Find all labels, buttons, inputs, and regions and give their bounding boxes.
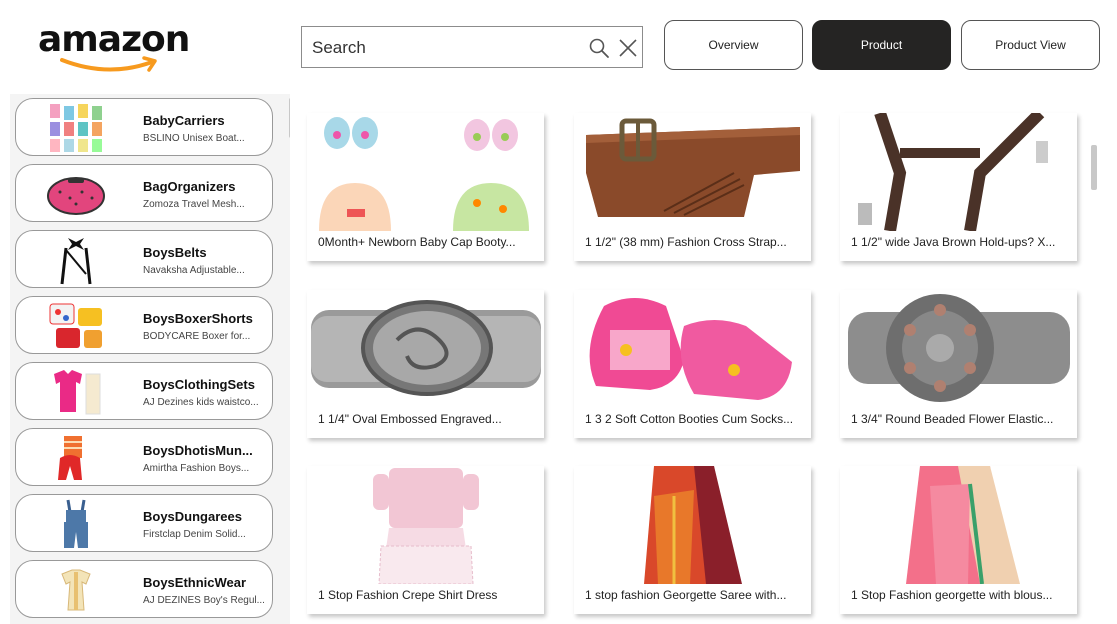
search-input[interactable] bbox=[312, 35, 582, 61]
category-name: BoysEthnicWear bbox=[143, 575, 247, 590]
category-item[interactable]: BoysEthnicWear AJ DEZINES Boy's Regul... bbox=[15, 560, 273, 618]
leather-belt-image bbox=[586, 118, 800, 217]
category-name: BabyCarriers bbox=[143, 113, 225, 128]
product-button[interactable]: Product bbox=[812, 20, 951, 70]
crepe-shirt-dress-image bbox=[373, 468, 479, 584]
suspenders-thumbnail bbox=[60, 238, 92, 285]
category-item[interactable]: BoysDungarees Firstclap Denim Solid... bbox=[15, 494, 273, 552]
category-item[interactable]: BoysBoxerShorts BODYCARE Boxer for... bbox=[15, 296, 273, 354]
category-item[interactable]: BoysDhotisMun... Amirtha Fashion Boys... bbox=[15, 428, 273, 486]
category-name: BoysDungarees bbox=[143, 509, 242, 524]
product-card[interactable]: 1 1/2" wide Java Brown Hold-ups? X... bbox=[840, 113, 1077, 261]
product-title: 1 3/4" Round Beaded Flower Elastic... bbox=[851, 412, 1054, 426]
close-icon[interactable] bbox=[618, 38, 638, 58]
category-sidebar[interactable]: BabyCarriers BSLINO Unisex Boat... BagOr… bbox=[10, 94, 290, 624]
amazon-logo: amazon bbox=[38, 19, 190, 72]
category-item[interactable]: BoysBelts Navaksha Adjustable... bbox=[15, 230, 273, 288]
dungarees-thumbnail bbox=[64, 499, 88, 548]
georgette-blouse-saree-image bbox=[906, 466, 1020, 584]
category-subtitle: BSLINO Unisex Boat... bbox=[143, 133, 245, 144]
product-title: 0Month+ Newborn Baby Cap Booty... bbox=[318, 235, 516, 249]
grid-scrollbar[interactable] bbox=[1091, 145, 1097, 190]
baby-socks-thumbnail bbox=[50, 104, 102, 152]
bag-organizer-thumbnail bbox=[47, 177, 105, 215]
category-item[interactable]: BabyCarriers BSLINO Unisex Boat... bbox=[15, 98, 273, 156]
logo-smile-arrow bbox=[60, 56, 157, 72]
product-card[interactable]: 1 1/4" Oval Embossed Engraved... bbox=[307, 290, 544, 438]
beaded-flower-buckle-image bbox=[848, 294, 1070, 402]
product-view-button[interactable]: Product View bbox=[961, 20, 1100, 70]
product-card[interactable]: 1 3 2 Soft Cotton Booties Cum Socks... bbox=[574, 290, 811, 438]
product-card[interactable]: 0Month+ Newborn Baby Cap Booty... bbox=[307, 113, 544, 261]
search-box[interactable] bbox=[301, 26, 643, 68]
search-icon[interactable] bbox=[588, 37, 610, 59]
oval-embossed-buckle-image bbox=[311, 300, 541, 396]
overview-button[interactable]: Overview bbox=[664, 20, 803, 70]
brown-suspenders-image bbox=[858, 113, 1048, 231]
product-title: 1 1/2" (38 mm) Fashion Cross Strap... bbox=[585, 235, 787, 249]
product-title: 1 3 2 Soft Cotton Booties Cum Socks... bbox=[585, 412, 794, 426]
product-title: 1 1/4" Oval Embossed Engraved... bbox=[318, 412, 502, 426]
product-title: 1 Stop Fashion Crepe Shirt Dress bbox=[318, 588, 498, 602]
product-title: 1 Stop Fashion georgette with blous... bbox=[851, 588, 1053, 602]
category-name: BoysClothingSets bbox=[143, 377, 255, 392]
amazon-product-dashboard: amazon Overview Product Product View bbox=[0, 0, 1117, 624]
product-card[interactable]: 1 Stop Fashion georgette with blous... bbox=[840, 466, 1077, 614]
category-name: BoysBelts bbox=[143, 245, 207, 260]
category-subtitle: Zomoza Travel Mesh... bbox=[143, 199, 245, 210]
category-name: BoysBoxerShorts bbox=[143, 311, 253, 326]
logo-text: amazon bbox=[38, 19, 190, 60]
product-card[interactable]: 1 1/2" (38 mm) Fashion Cross Strap... bbox=[574, 113, 811, 261]
ethnic-wear-thumbnail bbox=[61, 569, 91, 611]
dhoti-set-thumbnail bbox=[58, 436, 82, 480]
sidebar-scrollbar[interactable] bbox=[289, 98, 290, 138]
category-name: BagOrganizers bbox=[143, 179, 236, 194]
clothing-set-thumbnail bbox=[54, 370, 101, 415]
product-card[interactable]: 1 Stop Fashion Crepe Shirt Dress bbox=[307, 466, 544, 614]
category-subtitle: Firstclap Denim Solid... bbox=[143, 529, 246, 540]
category-name: BoysDhotisMun... bbox=[143, 443, 253, 458]
product-title: 1 stop fashion Georgette Saree with... bbox=[585, 588, 787, 602]
category-item[interactable]: BagOrganizers Zomoza Travel Mesh... bbox=[15, 164, 273, 222]
category-item[interactable]: BoysClothingSets AJ Dezines kids waistco… bbox=[15, 362, 273, 420]
category-subtitle: BODYCARE Boxer for... bbox=[143, 331, 251, 342]
category-subtitle: AJ Dezines kids waistco... bbox=[143, 397, 259, 408]
category-subtitle: AJ DEZINES Boy's Regul... bbox=[143, 595, 265, 606]
product-card[interactable]: 1 3/4" Round Beaded Flower Elastic... bbox=[840, 290, 1077, 438]
boxer-shorts-thumbnail bbox=[49, 303, 102, 348]
product-title: 1 1/2" wide Java Brown Hold-ups? X... bbox=[851, 235, 1056, 249]
cotton-booties-image bbox=[589, 298, 792, 400]
product-card[interactable]: 1 stop fashion Georgette Saree with... bbox=[574, 466, 811, 614]
baby-cap-booty-image bbox=[319, 117, 529, 231]
category-subtitle: Navaksha Adjustable... bbox=[143, 265, 245, 276]
category-subtitle: Amirtha Fashion Boys... bbox=[143, 463, 250, 474]
georgette-saree-image bbox=[644, 466, 742, 584]
